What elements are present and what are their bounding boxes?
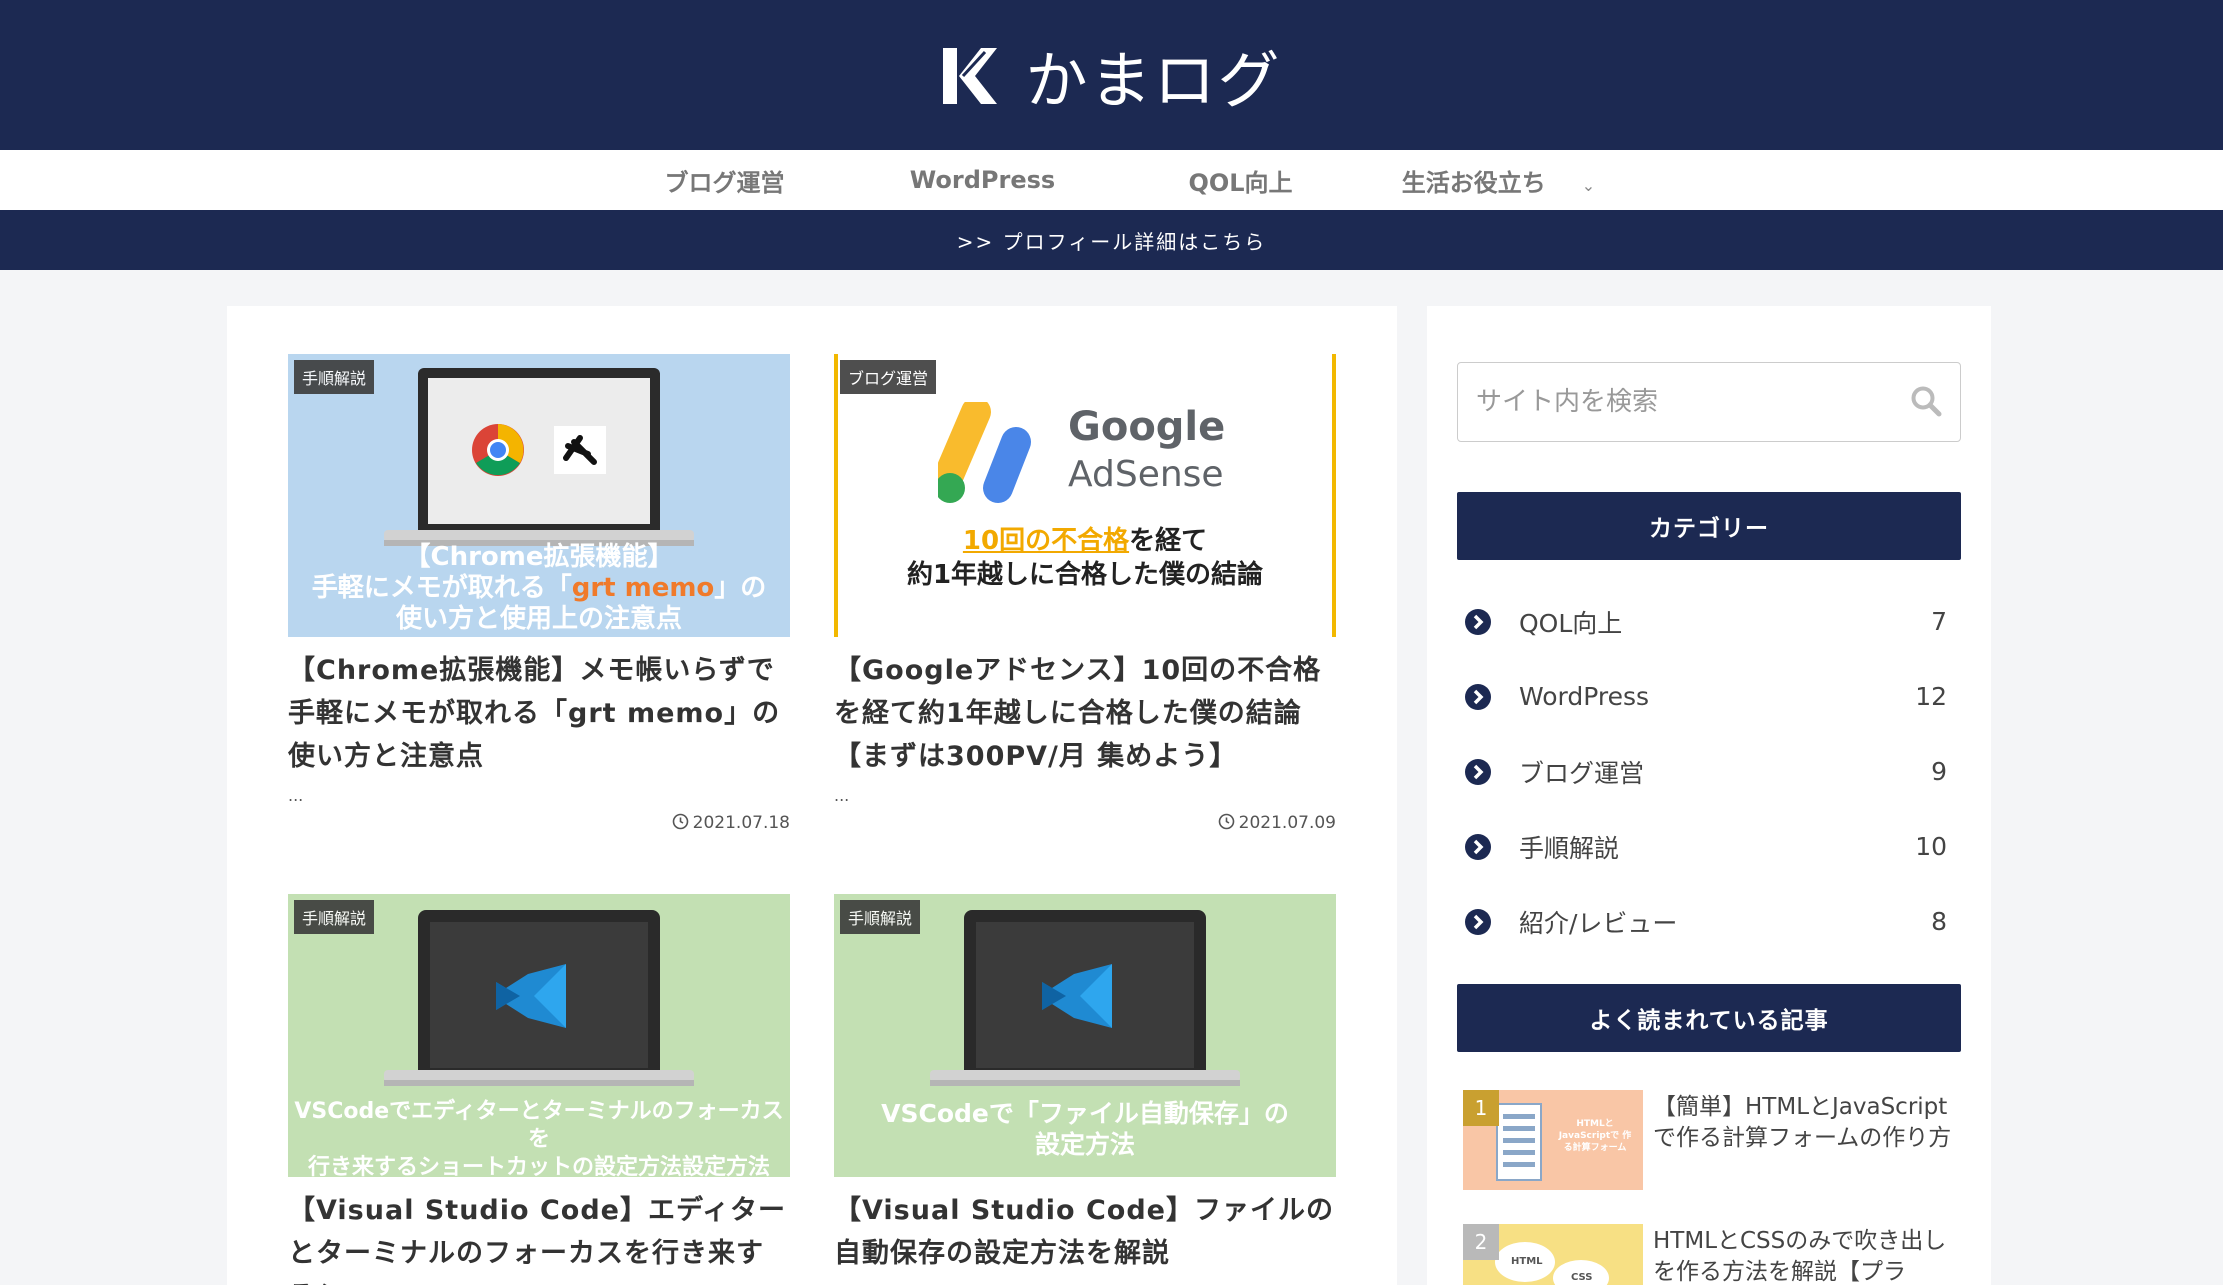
category-name: QOL向上 bbox=[1519, 608, 1623, 638]
search-icon[interactable] bbox=[1910, 385, 1942, 417]
thumbnail-caption-line: 【Chrome拡張機能】 bbox=[404, 542, 674, 572]
thumbnail-caption-line: 行き来するショートカットの設定方法設定方法 bbox=[307, 1155, 770, 1177]
thumbnail-caption: VSCodeで「ファイル自動保存」の 設定方法 bbox=[834, 1098, 1336, 1160]
post-date-text: 2021.07.09 bbox=[1238, 813, 1336, 833]
thumbnail-caption-line: 使い方と使用上の注意点 bbox=[395, 604, 682, 634]
article-title[interactable]: 【Visual Studio Code】エディターとターミナルのフォーカスを行き… bbox=[288, 1189, 790, 1285]
category-item[interactable]: WordPress 12 bbox=[1457, 659, 1961, 734]
thumbnail-caption: 10回の不合格を経て 約1年越しに合格した僕の結論 bbox=[838, 524, 1332, 592]
article-title[interactable]: 【Googleアドセンス】10回の不合格を経て約1年越しに合格した僕の結論【まず… bbox=[834, 649, 1336, 778]
category-label: 手順解説 bbox=[840, 900, 921, 934]
article-card[interactable]: Google AdSense 10回の不合格を経て 約1年越しに合格した僕の結論… bbox=[834, 354, 1336, 833]
popular-post-title: 【簡単】HTMLとJavaScriptで作る計算フォームの作り方 bbox=[1653, 1094, 1952, 1151]
article-excerpt: ... bbox=[834, 786, 850, 805]
thumbnail-caption-line: 約1年越しに合格した僕の結論 bbox=[906, 560, 1264, 590]
popular-post-title: HTMLとCSSのみで吹き出しを作る方法を解説【プラ bbox=[1653, 1228, 1947, 1285]
post-date: 2021.07.09 bbox=[834, 813, 1336, 833]
article-card[interactable]: VSCodeでエディターとターミナルのフォーカスを 行き来するショートカットの設… bbox=[288, 894, 790, 1285]
clock-icon bbox=[1218, 813, 1234, 830]
chevron-right-circle-icon bbox=[1465, 683, 1491, 710]
profile-link[interactable]: >> プロフィール詳細はこちら bbox=[957, 226, 1266, 255]
nav-item-life[interactable]: 生活お役立ち ⌄ bbox=[1370, 163, 1628, 198]
article-title[interactable]: 【Visual Studio Code】ファイルの自動保存の設定方法を解説 bbox=[834, 1189, 1336, 1275]
google-text: Google bbox=[1068, 404, 1226, 450]
nav-item-qol[interactable]: QOL向上 bbox=[1112, 163, 1370, 198]
article-card[interactable]: VSCodeで「ファイル自動保存」の 設定方法 手順解説 【Visual Stu… bbox=[834, 894, 1336, 1275]
adsense-wordmark: AdSense bbox=[1068, 454, 1224, 495]
adsense-logo-icon bbox=[938, 402, 1031, 503]
logo-k-icon bbox=[943, 48, 998, 104]
category-label: 手順解説 bbox=[294, 360, 375, 394]
sidebar: カテゴリー QOL向上 7 WordPress 12 ブログ運営 9 手順解説 … bbox=[1427, 306, 1991, 1285]
thumbnail-caption: HTMLと JavaScriptで 作る計算フォーム bbox=[1558, 1119, 1632, 1153]
bubble-label: HTML bbox=[1511, 1256, 1543, 1267]
category-name: 手順解説 bbox=[1519, 833, 1620, 863]
nav-item-blog[interactable]: ブログ運営 bbox=[596, 163, 854, 198]
google-wordmark: Google bbox=[1068, 404, 1225, 450]
caption-highlight: grt memo bbox=[571, 573, 715, 603]
thumbnail-caption: VSCodeでエディターとターミナルのフォーカスを 行き来するショートカットの設… bbox=[288, 1098, 790, 1177]
category-count: 10 bbox=[1915, 832, 1947, 861]
article-list: 【Chrome拡張機能】 手軽にメモが取れる「grt memo」の 使い方と使用… bbox=[227, 306, 1397, 1285]
category-item[interactable]: 手順解説 10 bbox=[1457, 809, 1961, 884]
thumbnail-caption-line: 10回の不合格を経て bbox=[838, 524, 1332, 558]
category-item[interactable]: ブログ運営 9 bbox=[1457, 734, 1961, 809]
global-nav: ブログ運営 WordPress QOL向上 生活お役立ち ⌄ bbox=[0, 150, 2223, 210]
article-title[interactable]: 【Chrome拡張機能】メモ帳いらずで手軽にメモが取れる「grt memo」の使… bbox=[288, 649, 790, 778]
category-count: 9 bbox=[1931, 757, 1947, 786]
category-name: 紹介/レビュー bbox=[1519, 908, 1678, 938]
search-input[interactable] bbox=[1458, 387, 1878, 417]
thumbnail-caption-line: VSCodeで「ファイル自動保存」の bbox=[881, 1099, 1289, 1128]
post-date: 2021.07.18 bbox=[288, 813, 790, 833]
caption-text: 手軽にメモが取れる「 bbox=[311, 573, 572, 603]
categories-widget-title: カテゴリー bbox=[1457, 492, 1961, 560]
thumbnail-caption-line: VSCodeでエディターとターミナルのフォーカスを bbox=[294, 1099, 784, 1152]
chevron-down-icon[interactable]: ⌄ bbox=[1582, 176, 1595, 195]
popular-post-item[interactable]: HTML CSS 2 HTMLとCSSのみで吹き出しを作る方法を解説【プラ bbox=[1463, 1224, 1963, 1285]
post-date-text: 2021.07.18 bbox=[692, 813, 790, 833]
chevron-right-circle-icon bbox=[1465, 833, 1491, 860]
category-name: WordPress bbox=[1519, 682, 1650, 711]
category-item[interactable]: 紹介/レビュー 8 bbox=[1457, 884, 1961, 959]
category-name: ブログ運営 bbox=[1519, 758, 1645, 788]
popular-post-thumbnail: HTML CSS 2 bbox=[1463, 1224, 1643, 1285]
category-count: 8 bbox=[1931, 907, 1947, 936]
article-thumbnail[interactable]: VSCodeで「ファイル自動保存」の 設定方法 手順解説 bbox=[834, 894, 1336, 1177]
clock-icon bbox=[672, 813, 688, 830]
category-count: 12 bbox=[1915, 682, 1947, 711]
category-list: QOL向上 7 WordPress 12 ブログ運営 9 手順解説 10 紹介/… bbox=[1457, 584, 1961, 959]
article-thumbnail[interactable]: 【Chrome拡張機能】 手軽にメモが取れる「grt memo」の 使い方と使用… bbox=[288, 354, 790, 637]
site-title: かまログ bbox=[1025, 44, 1282, 117]
caption-text: 」の bbox=[714, 573, 767, 603]
article-card[interactable]: 【Chrome拡張機能】 手軽にメモが取れる「grt memo」の 使い方と使用… bbox=[288, 354, 790, 833]
category-label: ブログ運営 bbox=[840, 360, 937, 394]
article-thumbnail[interactable]: Google AdSense 10回の不合格を経て 約1年越しに合格した僕の結論… bbox=[834, 354, 1336, 637]
popular-post-thumbnail: HTMLと JavaScriptで 作る計算フォーム 1 bbox=[1463, 1090, 1643, 1190]
article-excerpt: ... bbox=[288, 786, 304, 805]
search-box bbox=[1457, 362, 1961, 442]
nav-item-wordpress[interactable]: WordPress bbox=[854, 166, 1112, 194]
category-count: 7 bbox=[1931, 607, 1947, 636]
bubble-label: CSS bbox=[1571, 1272, 1593, 1283]
nav-item-life-label: 生活お役立ち bbox=[1401, 168, 1546, 197]
rank-badge: 1 bbox=[1463, 1090, 1499, 1126]
site-logo[interactable]: かまログ bbox=[941, 30, 1281, 120]
category-item[interactable]: QOL向上 7 bbox=[1457, 584, 1961, 659]
caption-highlight: 10回の不合格 bbox=[962, 526, 1130, 556]
chevron-right-circle-icon bbox=[1465, 758, 1491, 785]
thumbnail-caption: 【Chrome拡張機能】 手軽にメモが取れる「grt memo」の 使い方と使用… bbox=[288, 542, 790, 635]
category-label: 手順解説 bbox=[294, 900, 375, 934]
chevron-right-circle-icon bbox=[1465, 908, 1491, 935]
popular-widget-title: よく読まれている記事 bbox=[1457, 984, 1961, 1052]
caption-text: を経て bbox=[1129, 526, 1208, 556]
chevron-right-circle-icon bbox=[1465, 608, 1491, 635]
article-thumbnail[interactable]: VSCodeでエディターとターミナルのフォーカスを 行き来するショートカットの設… bbox=[288, 894, 790, 1177]
popular-post-item[interactable]: HTMLと JavaScriptで 作る計算フォーム 1 【簡単】HTMLとJa… bbox=[1463, 1090, 1963, 1190]
site-header: かまログ bbox=[0, 0, 2223, 150]
thumbnail-caption-line: 設定方法 bbox=[1034, 1130, 1135, 1159]
rank-badge: 2 bbox=[1463, 1224, 1499, 1260]
thumbnail-caption-line: 手軽にメモが取れる「grt memo」の bbox=[288, 573, 790, 604]
profile-bar: >> プロフィール詳細はこちら bbox=[0, 210, 2223, 270]
